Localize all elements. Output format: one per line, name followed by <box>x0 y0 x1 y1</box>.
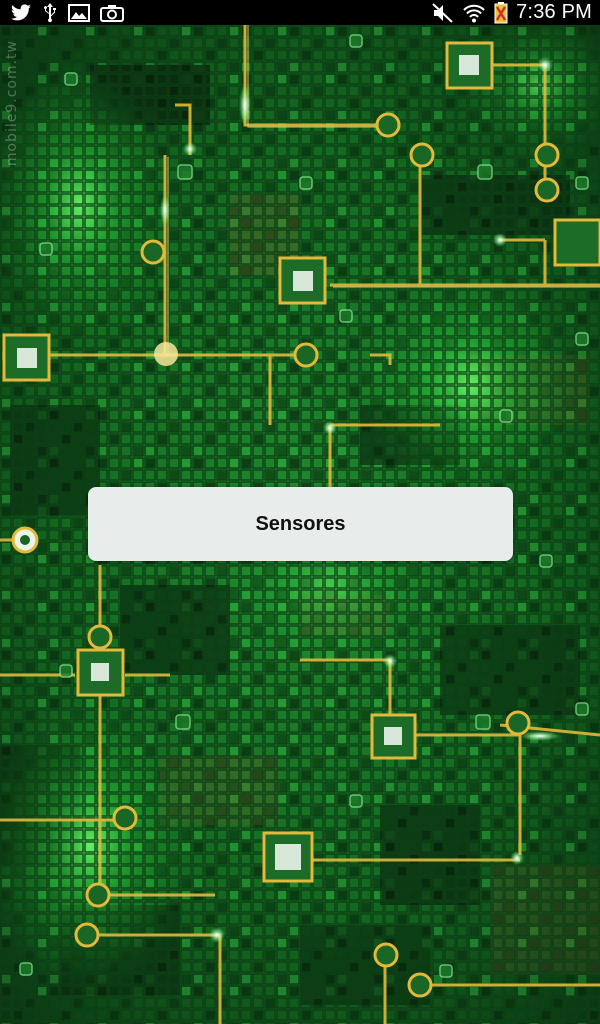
camera-icon <box>100 4 124 22</box>
status-clock: 7:36 PM <box>516 1 592 23</box>
status-bar: 7:36 PM <box>0 0 600 25</box>
battery-icon <box>494 1 508 24</box>
mute-icon <box>432 2 454 23</box>
image-icon <box>68 3 90 22</box>
usb-icon <box>42 2 58 23</box>
sensores-button[interactable]: Sensores <box>88 487 513 561</box>
chip <box>445 41 494 90</box>
phone-screen: 7:36 PM mobile9.com.tw Sensores <box>0 0 600 1024</box>
status-right-icons: 7:36 PM <box>432 1 600 24</box>
wifi-icon <box>462 3 486 23</box>
twitter-icon <box>10 3 32 22</box>
status-left-icons <box>0 2 124 23</box>
wallpaper-watermark: mobile9.com.tw <box>4 40 20 167</box>
sensores-label: Sensores <box>255 512 346 535</box>
